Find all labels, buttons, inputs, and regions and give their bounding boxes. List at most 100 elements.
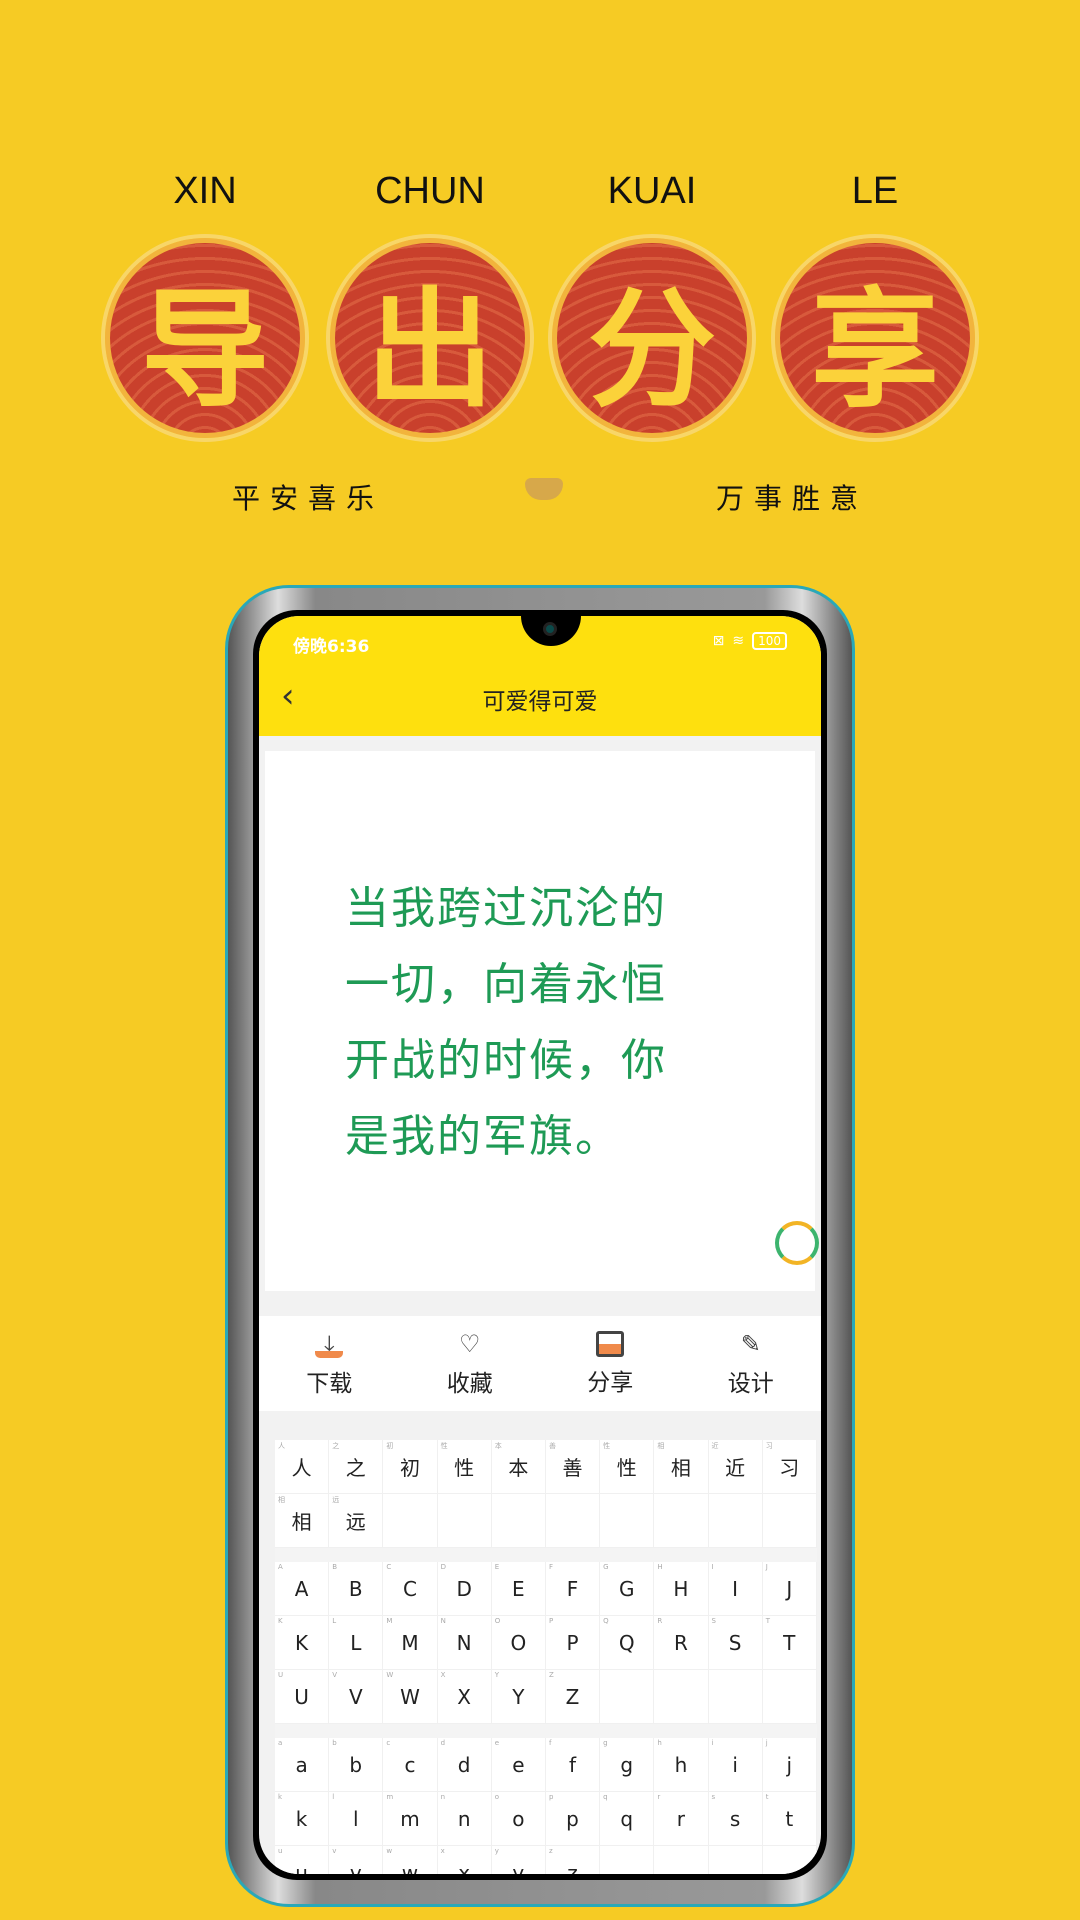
glyph-cell[interactable]: ss: [708, 1792, 763, 1846]
glyph-cell[interactable]: 相相: [654, 1440, 709, 1494]
glyph-cell[interactable]: vv: [329, 1846, 384, 1874]
glyph-cell[interactable]: dd: [437, 1738, 492, 1792]
glyph-cell[interactable]: [654, 1846, 709, 1874]
glyph: S: [728, 1630, 742, 1655]
glyph-cell[interactable]: hh: [654, 1738, 709, 1792]
refresh-icon[interactable]: [775, 1221, 819, 1265]
glyph-cell[interactable]: uu: [275, 1846, 330, 1874]
glyph-cell[interactable]: cc: [383, 1738, 438, 1792]
glyph-cell[interactable]: VV: [329, 1670, 384, 1724]
glyph-cell[interactable]: ii: [708, 1738, 763, 1792]
glyph-cell[interactable]: oo: [491, 1792, 546, 1846]
glyph-cell[interactable]: [654, 1670, 709, 1724]
glyph: 初: [399, 1456, 420, 1480]
glyph-cell[interactable]: ww: [383, 1846, 438, 1874]
glyph-cell[interactable]: 善善: [545, 1440, 601, 1494]
glyph-cell[interactable]: RR: [654, 1616, 709, 1670]
glyph-hint: b: [332, 1739, 337, 1747]
glyph-cell[interactable]: JJ: [762, 1562, 817, 1616]
glyph-cell[interactable]: [600, 1846, 655, 1874]
glyph: 近: [725, 1456, 746, 1480]
share-icon: [596, 1330, 625, 1357]
share-button[interactable]: 分享: [540, 1316, 681, 1411]
glyph-cell[interactable]: XX: [437, 1670, 492, 1724]
status-icons: ⊠ ≋ 100: [713, 632, 787, 650]
glyph-cell[interactable]: gg: [600, 1738, 655, 1792]
glyph-cell[interactable]: tt: [762, 1792, 817, 1846]
glyph-cell[interactable]: [491, 1494, 546, 1548]
glyph-cell[interactable]: ee: [491, 1738, 546, 1792]
glyph-cell[interactable]: xx: [438, 1846, 492, 1874]
glyph-cell[interactable]: WW: [383, 1670, 438, 1724]
favorite-button[interactable]: ♡ 收藏: [400, 1316, 541, 1411]
glyph: t: [785, 1806, 794, 1831]
glyph-cell[interactable]: jj: [762, 1738, 817, 1792]
glyph-cell[interactable]: LL: [329, 1616, 384, 1670]
glyph-cell[interactable]: MM: [383, 1616, 438, 1670]
glyph-cell[interactable]: 习习: [762, 1440, 817, 1494]
glyph-cell[interactable]: bb: [329, 1738, 384, 1792]
glyph-cell[interactable]: [762, 1670, 817, 1724]
glyph-cell[interactable]: CC: [383, 1562, 438, 1616]
glyph-cell[interactable]: [762, 1494, 817, 1548]
glyph-cell[interactable]: [709, 1846, 763, 1874]
glyph-cell[interactable]: 人人: [275, 1440, 330, 1494]
glyph-cell[interactable]: 性性: [437, 1440, 492, 1494]
glyph-cell[interactable]: nn: [437, 1792, 492, 1846]
glyph-cell[interactable]: kk: [275, 1792, 330, 1846]
glyph-cell[interactable]: rr: [654, 1792, 709, 1846]
glyph-cell[interactable]: [708, 1494, 763, 1548]
glyph: R: [673, 1630, 688, 1655]
glyph-cell[interactable]: AA: [275, 1562, 330, 1616]
glyph-cell[interactable]: II: [708, 1562, 763, 1616]
glyph-cell[interactable]: QQ: [600, 1616, 655, 1670]
glyph-cell[interactable]: 相相: [275, 1494, 330, 1548]
glyph-cell[interactable]: [600, 1670, 655, 1724]
glyph-cell[interactable]: 初初: [383, 1440, 438, 1494]
glyph-hint: K: [278, 1617, 283, 1625]
glyph-cell[interactable]: DD: [437, 1562, 492, 1616]
glyph-cell[interactable]: 远远: [329, 1494, 384, 1548]
glyph-cell[interactable]: [545, 1494, 601, 1548]
glyph-hint: 初: [386, 1442, 394, 1450]
glyph-cell[interactable]: EE: [491, 1562, 546, 1616]
glyph-cell[interactable]: 性性: [600, 1440, 655, 1494]
glyph-cell[interactable]: [763, 1846, 817, 1874]
design-button[interactable]: ✎ 设计: [681, 1316, 822, 1411]
glyph: L: [350, 1630, 362, 1655]
glyph-hint: o: [494, 1793, 500, 1801]
glyph-cell[interactable]: ZZ: [545, 1670, 601, 1724]
glyph-cell[interactable]: ll: [329, 1792, 384, 1846]
glyph-cell[interactable]: NN: [437, 1616, 492, 1670]
glyph-cell[interactable]: [383, 1494, 438, 1548]
glyph-cell[interactable]: [654, 1494, 709, 1548]
glyph-cell[interactable]: [708, 1670, 763, 1724]
glyph-cell[interactable]: zz: [546, 1846, 601, 1874]
glyph-cell[interactable]: ff: [545, 1738, 601, 1792]
glyph-cell[interactable]: SS: [708, 1616, 763, 1670]
glyph-cell[interactable]: HH: [654, 1562, 709, 1616]
glyph-cell[interactable]: aa: [275, 1738, 330, 1792]
glyph-cell[interactable]: TT: [762, 1616, 817, 1670]
glyph-hint: V: [332, 1671, 337, 1679]
glyph-cell[interactable]: 之之: [329, 1440, 384, 1494]
glyph-cell[interactable]: qq: [600, 1792, 655, 1846]
glyph-cell[interactable]: [600, 1494, 655, 1548]
glyph-cell[interactable]: yy: [492, 1846, 546, 1874]
glyph-cell[interactable]: GG: [600, 1562, 655, 1616]
glyph-cell[interactable]: PP: [545, 1616, 601, 1670]
glyph-cell[interactable]: FF: [545, 1562, 601, 1616]
glyph-cell[interactable]: KK: [275, 1616, 330, 1670]
glyph-cell[interactable]: OO: [491, 1616, 546, 1670]
glyph-cell[interactable]: UU: [275, 1670, 330, 1724]
glyph: Z: [565, 1684, 580, 1709]
glyph-cell[interactable]: YY: [491, 1670, 546, 1724]
glyph-cell[interactable]: mm: [383, 1792, 438, 1846]
glyph-cell[interactable]: BB: [329, 1562, 384, 1616]
download-button[interactable]: ⤓ 下载: [259, 1316, 400, 1411]
glyph-cell[interactable]: [437, 1494, 492, 1548]
glyph-cell[interactable]: 近近: [708, 1440, 763, 1494]
glyph-cell[interactable]: pp: [545, 1792, 601, 1846]
glyph-hint: v: [332, 1847, 337, 1855]
glyph-cell[interactable]: 本本: [491, 1440, 546, 1494]
